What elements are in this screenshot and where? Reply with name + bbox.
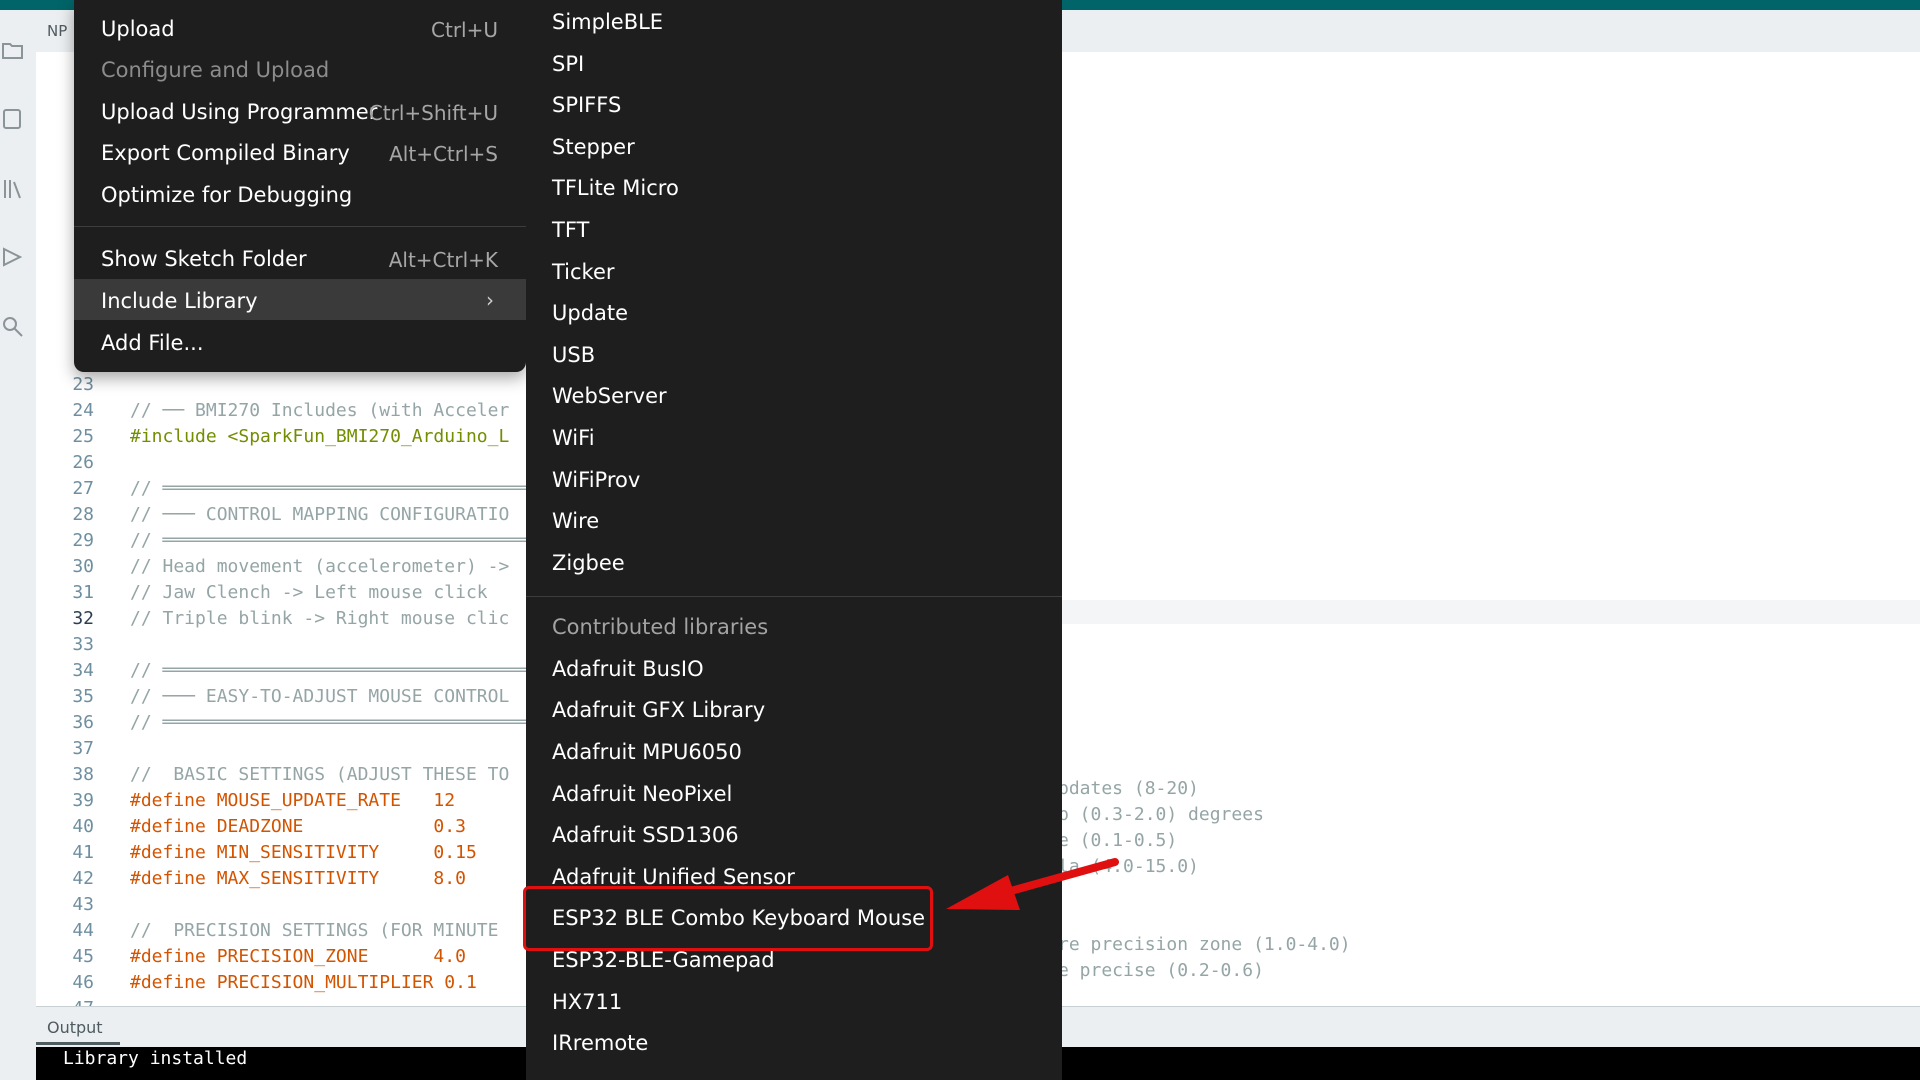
library-item[interactable]: ESP32-BLE-Gamepad <box>552 948 775 972</box>
library-item[interactable]: TFT <box>552 218 589 242</box>
code-comment-tail: p (0.3-2.0) degrees <box>1058 804 1264 825</box>
library-item[interactable]: SPIFFS <box>552 93 621 117</box>
menu-item-export-compiled-binary[interactable]: Export Compiled Binary Alt+Ctrl+S <box>74 131 526 172</box>
library-item[interactable]: Adafruit BusIO <box>552 657 704 681</box>
menu-item-upload[interactable]: Upload Ctrl+U <box>74 7 526 48</box>
library-item[interactable]: Adafruit SSD1306 <box>552 823 739 847</box>
library-item[interactable]: Zigbee <box>552 551 625 575</box>
code-comment-tail: pdates (8-20) <box>1058 778 1199 799</box>
code-comment-tail: e precise (0.2-0.6) <box>1058 960 1264 981</box>
board-icon[interactable] <box>2 108 22 129</box>
library-item[interactable]: SimpleBLE <box>552 10 663 34</box>
library-item[interactable]: Update <box>552 301 628 325</box>
sketch-menu: Upload Ctrl+U Configure and Upload Upload… <box>74 0 526 372</box>
left-toolbar <box>0 10 36 1080</box>
menu-item-upload-using-programmer[interactable]: Upload Using Programmer Ctrl+Shift+U <box>74 90 526 131</box>
library-item[interactable]: USB <box>552 343 595 367</box>
library-item[interactable]: IRremote <box>552 1031 648 1055</box>
library-item[interactable]: WiFiProv <box>552 468 640 492</box>
library-item[interactable]: Stepper <box>552 135 635 159</box>
folder-icon[interactable] <box>2 40 23 60</box>
output-tab[interactable]: Output <box>47 1018 103 1037</box>
debug-icon[interactable] <box>2 246 23 267</box>
editor-band <box>1060 600 1920 624</box>
library-icon[interactable] <box>2 178 22 199</box>
code-comment-tail: re precision zone (1.0-4.0) <box>1058 934 1351 955</box>
menu-divider <box>74 226 526 227</box>
library-item[interactable]: Adafruit NeoPixel <box>552 782 732 806</box>
library-item[interactable]: Wire <box>552 509 599 533</box>
sketch-tab[interactable]: NP <box>47 22 67 40</box>
output-tab-underline <box>36 1042 120 1045</box>
library-item[interactable]: SPI <box>552 52 584 76</box>
console-message: Library installed <box>63 1048 248 1069</box>
chevron-right-icon: › <box>486 288 494 312</box>
library-item[interactable]: Ticker <box>552 260 615 284</box>
library-item[interactable]: HX711 <box>552 990 622 1014</box>
menu-item-include-library[interactable]: Include Library › <box>74 279 526 320</box>
menu-divider <box>526 596 1062 597</box>
annotation-highlight-box <box>523 886 933 951</box>
library-item[interactable]: Adafruit GFX Library <box>552 698 765 722</box>
library-item[interactable]: Adafruit MPU6050 <box>552 740 742 764</box>
annotation-arrow-icon <box>946 858 1119 910</box>
search-icon[interactable] <box>2 316 23 337</box>
menu-item-optimize-for-debugging[interactable]: Optimize for Debugging <box>74 173 526 214</box>
library-item[interactable]: TFLite Micro <box>552 176 679 200</box>
code-comment-tail: e (0.1-0.5) <box>1058 830 1178 851</box>
contributed-libraries-header: Contributed libraries <box>552 615 769 639</box>
menu-item-configure-and-upload: Configure and Upload <box>101 58 330 82</box>
library-item[interactable]: WebServer <box>552 384 667 408</box>
library-item[interactable]: WiFi <box>552 426 595 450</box>
menu-item-show-sketch-folder[interactable]: Show Sketch Folder Alt+Ctrl+K <box>74 237 526 278</box>
menu-item-add-file[interactable]: Add File... <box>74 321 526 362</box>
